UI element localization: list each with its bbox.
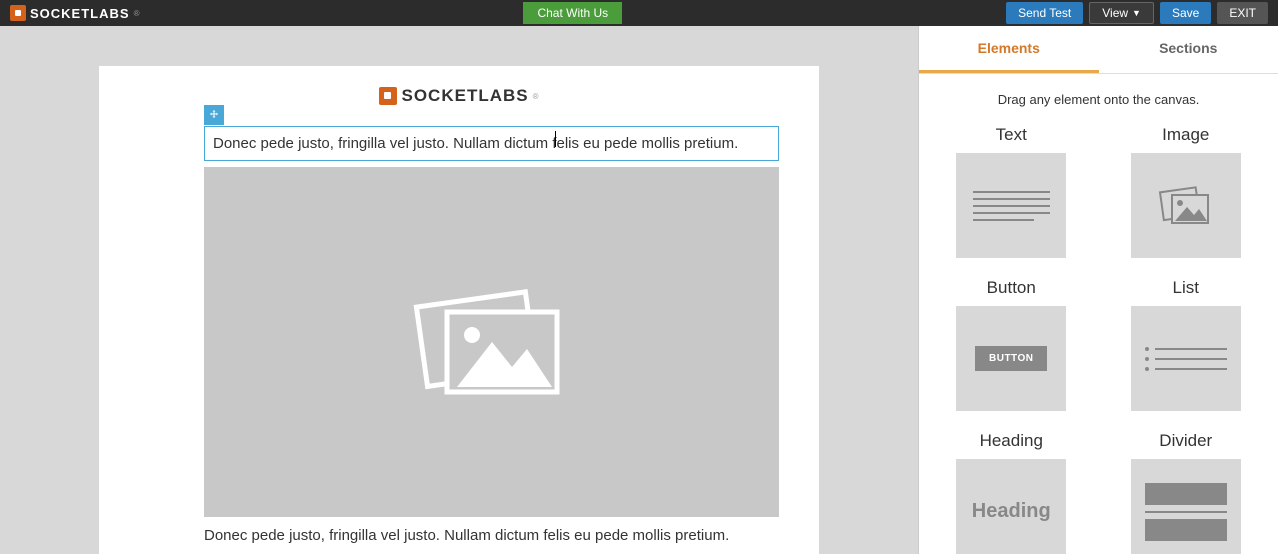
sidebar-tabs: Elements Sections (919, 26, 1278, 74)
image-icon (1158, 183, 1213, 228)
topbar-right: Send Test View ▼ Save EXIT (1006, 2, 1268, 24)
brand-logo[interactable]: SOCKETLABS ® (10, 5, 139, 21)
element-label: List (1129, 278, 1244, 298)
move-handle[interactable] (204, 105, 224, 125)
tab-elements[interactable]: Elements (919, 26, 1099, 73)
element-label: Image (1129, 125, 1244, 145)
registered-icon: ® (134, 9, 140, 18)
sidebar: Elements Sections Drag any element onto … (918, 26, 1278, 554)
element-tile-divider[interactable]: Divider (1129, 431, 1244, 554)
move-icon (208, 109, 220, 121)
registered-icon: ® (533, 92, 539, 101)
canvas-brand-logo: SOCKETLABS ® (139, 86, 779, 106)
canvas-brand-logo-text: SOCKETLABS (401, 86, 528, 106)
save-button[interactable]: Save (1160, 2, 1211, 24)
element-preview-heading: Heading (956, 459, 1066, 554)
topbar-center: Chat With Us (523, 2, 622, 24)
element-tile-list[interactable]: List (1129, 278, 1244, 411)
tab-sections[interactable]: Sections (1099, 26, 1278, 73)
exit-button[interactable]: EXIT (1217, 2, 1268, 24)
view-button[interactable]: View ▼ (1089, 2, 1154, 24)
element-tile-text[interactable]: Text (954, 125, 1069, 258)
divider-icon (1145, 483, 1228, 541)
text-lines-icon (973, 186, 1050, 226)
list-icon (1145, 341, 1228, 377)
element-tile-image[interactable]: Image (1129, 125, 1244, 258)
element-preview-text (956, 153, 1066, 258)
element-preview-button: BUTTON (956, 306, 1066, 411)
element-preview-list (1131, 306, 1241, 411)
element-tile-heading[interactable]: Heading Heading (954, 431, 1069, 554)
elements-grid: Text Image (919, 125, 1278, 554)
brand-logo-text: SOCKETLABS (30, 6, 130, 21)
button-icon: BUTTON (975, 346, 1047, 371)
chevron-down-icon: ▼ (1132, 8, 1141, 18)
text-block[interactable]: Donec pede justo, fringilla vel justo. N… (204, 527, 779, 544)
chat-button[interactable]: Chat With Us (523, 2, 622, 24)
sidebar-hint: Drag any element onto the canvas. (919, 74, 1278, 125)
text-block-selected[interactable]: Donec pede justo, fringilla vel justo. N… (204, 126, 779, 161)
send-test-button[interactable]: Send Test (1006, 2, 1083, 24)
text-caret (555, 131, 556, 147)
image-placeholder[interactable] (204, 167, 779, 517)
element-label: Divider (1129, 431, 1244, 451)
brand-logo-icon (10, 5, 26, 21)
element-preview-divider (1131, 459, 1241, 554)
view-label: View (1102, 6, 1128, 20)
email-canvas[interactable]: SOCKETLABS ® Donec pede justo, fringilla… (99, 66, 819, 554)
topbar-left: SOCKETLABS ® (10, 5, 139, 21)
element-label: Button (954, 278, 1069, 298)
topbar: SOCKETLABS ® Chat With Us Send Test View… (0, 0, 1278, 26)
element-preview-image (1131, 153, 1241, 258)
main-area: SOCKETLABS ® Donec pede justo, fringilla… (0, 26, 1278, 554)
element-label: Heading (954, 431, 1069, 451)
element-tile-button[interactable]: Button BUTTON (954, 278, 1069, 411)
canvas-brand-logo-icon (379, 87, 397, 105)
element-label: Text (954, 125, 1069, 145)
canvas-area[interactable]: SOCKETLABS ® Donec pede justo, fringilla… (0, 26, 918, 554)
text-content[interactable]: Donec pede justo, fringilla vel justo. N… (213, 135, 770, 152)
heading-icon: Heading (972, 500, 1051, 523)
image-placeholder-icon (407, 277, 577, 407)
